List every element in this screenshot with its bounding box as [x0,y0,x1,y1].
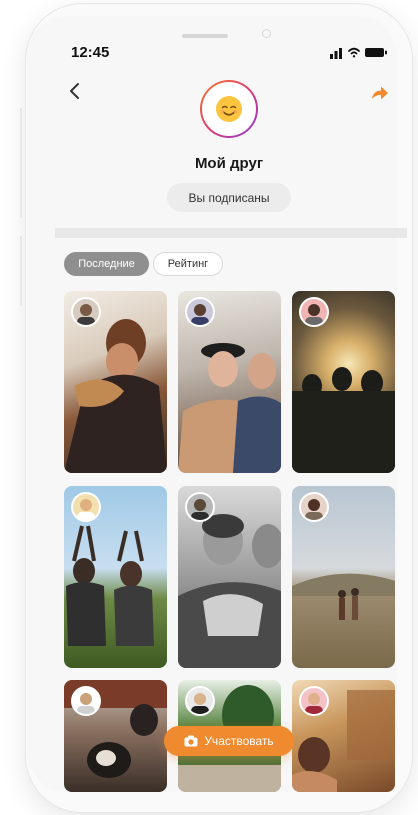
author-avatar [71,492,101,522]
smiling-face-icon [216,96,242,122]
photo-tile[interactable] [178,291,281,473]
edge-decoration [20,236,22,306]
photo-tile[interactable] [292,680,395,792]
status-icons [330,47,387,59]
section-divider [55,228,407,238]
author-avatar [185,686,215,716]
battery-icon [365,48,387,57]
share-arrow-icon [372,86,388,100]
photo-tile[interactable] [292,486,395,668]
tab-rating[interactable]: Рейтинг [153,252,223,276]
author-avatar [185,492,215,522]
photo-tile[interactable] [64,680,167,792]
wifi-icon [348,47,360,58]
author-avatar [299,686,329,716]
profile-avatar [200,80,258,138]
profile-name: Мой друг [194,155,264,172]
chevron-left-icon [70,83,79,99]
author-avatar [185,297,215,327]
camera-notch [262,29,271,38]
subscribed-button[interactable]: Вы подписаны [167,183,291,212]
tab-latest[interactable]: Последние [64,252,149,276]
photo-tile[interactable] [178,486,281,668]
canvas: 12:45 Мой друг Вы подписаны Последние Ре… [0,0,418,815]
author-avatar [299,297,329,327]
camera-icon [184,735,198,747]
participate-label: Участвовать [204,734,274,748]
photo-tile[interactable] [64,291,167,473]
edge-decoration [20,108,22,218]
photo-tile[interactable] [292,291,395,473]
photo-tile[interactable] [64,486,167,668]
author-avatar [71,297,101,327]
participate-button[interactable]: Участвовать [164,726,294,756]
status-time: 12:45 [71,44,110,61]
speaker-notch [182,34,228,38]
author-avatar [299,492,329,522]
author-avatar [71,686,101,716]
signal-icon [330,48,342,59]
back-button[interactable] [62,78,88,104]
share-button[interactable] [368,82,390,104]
